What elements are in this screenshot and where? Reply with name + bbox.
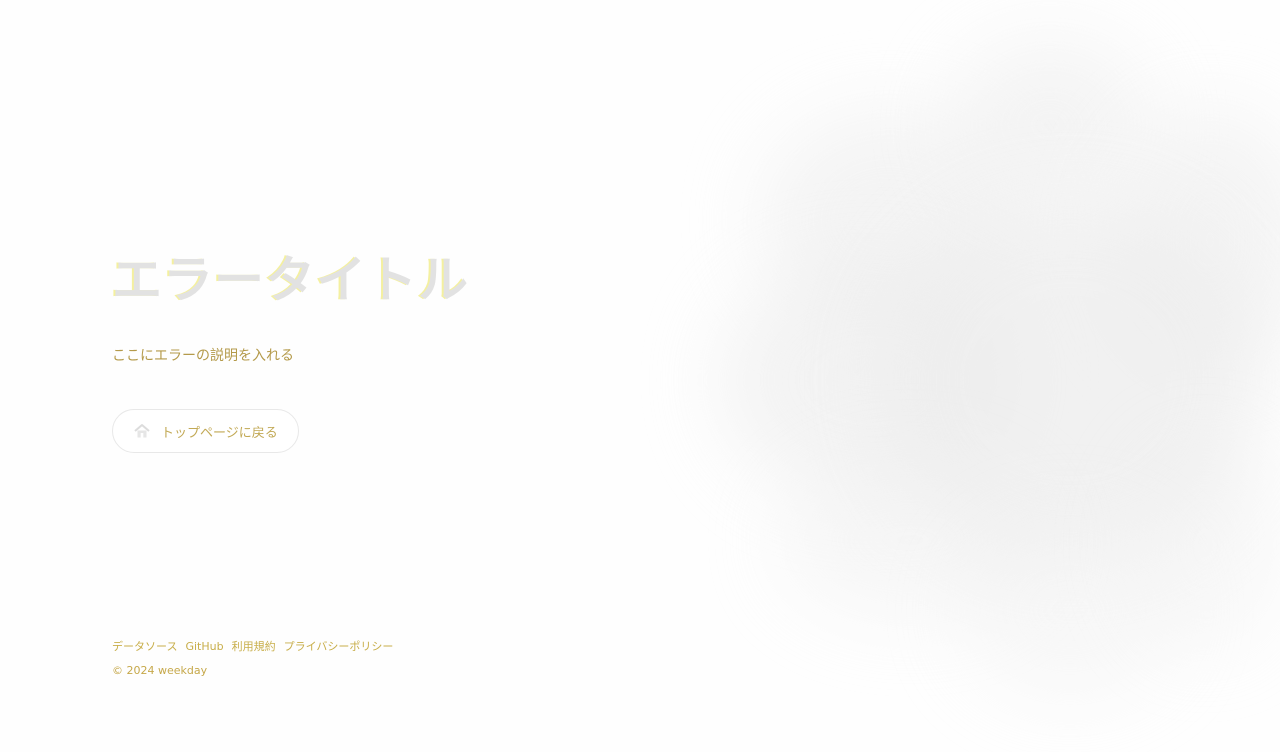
back-to-top-label: トップページに戻る (161, 425, 278, 441)
footer-link-terms[interactable]: 利用規約 (232, 640, 276, 654)
footer-link-privacy-policy[interactable]: プライバシーポリシー (284, 640, 394, 654)
home-icon (133, 422, 151, 440)
error-content: エラータイトル ここにエラーの説明を入れる トップページに戻る (112, 250, 672, 453)
back-to-top-button[interactable]: トップページに戻る (112, 409, 299, 453)
background-cloud (1130, 440, 1280, 650)
error-page: エラータイトル ここにエラーの説明を入れる トップページに戻る データソース G… (0, 0, 1280, 752)
footer-links: データソース GitHub 利用規約 プライバシーポリシー (112, 640, 672, 654)
footer-link-data-source[interactable]: データソース (112, 640, 177, 654)
error-description: ここにエラーの説明を入れる (112, 348, 294, 364)
footer: データソース GitHub 利用規約 プライバシーポリシー © 2024 wee… (112, 640, 672, 678)
copyright: © 2024 weekday (112, 664, 208, 677)
footer-link-github[interactable]: GitHub (185, 640, 223, 654)
error-title: エラータイトル (112, 251, 469, 309)
